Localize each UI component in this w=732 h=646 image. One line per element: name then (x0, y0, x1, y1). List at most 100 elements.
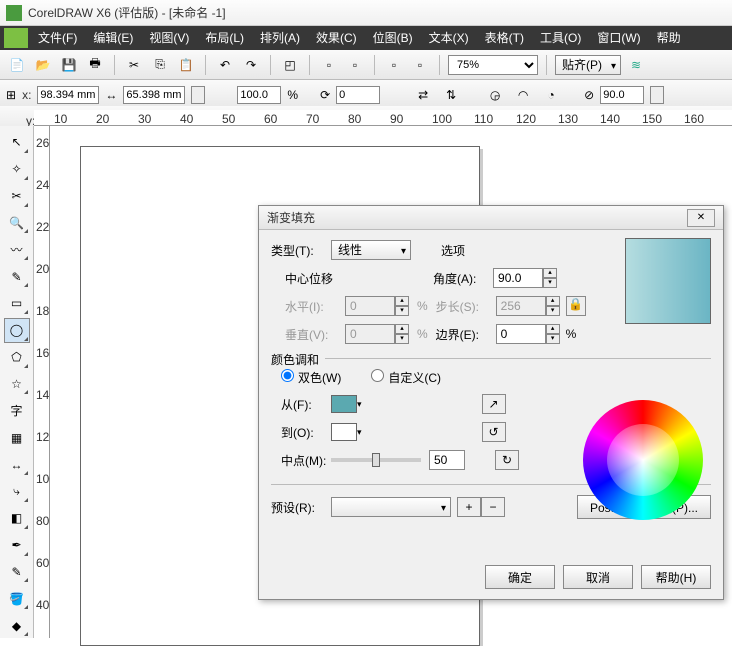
rot-input[interactable] (336, 86, 380, 104)
steps-spin: ▴▾ (546, 296, 560, 316)
horiz-label: 水平(I): (285, 298, 345, 315)
menu-bitmap[interactable]: 位图(B) (365, 26, 421, 50)
connector-tool[interactable]: ⤷ (4, 479, 30, 504)
menu-tools[interactable]: 工具(O) (532, 26, 589, 50)
wedge-icon[interactable]: ◔ (540, 84, 562, 106)
path-direct-icon[interactable]: ↗ (482, 394, 506, 414)
dialog-title: 渐变填充 (267, 209, 687, 226)
cancel-button[interactable]: 取消 (563, 565, 633, 589)
menu-text[interactable]: 文本(X) (421, 26, 477, 50)
import-icon[interactable]: ◰ (279, 54, 301, 76)
x-input[interactable] (37, 86, 99, 104)
to-label: 到(O): (281, 424, 331, 441)
tb-icon-2[interactable]: ▫ (344, 54, 366, 76)
angle-input[interactable] (493, 268, 543, 288)
shapes-tool[interactable]: ☆ (4, 372, 30, 397)
fountain-fill-dialog: 渐变填充 ✕ 类型(T): 线性 选项 中心位移 角度(A): ▴▾ 水平(I)… (258, 205, 724, 600)
center-label: 中心位移 (285, 270, 333, 287)
path-ccw-icon[interactable]: ↺ (482, 422, 506, 442)
menu-help[interactable]: 帮助 (649, 26, 689, 50)
horiz-input (345, 296, 395, 316)
snap-combo[interactable]: 贴齐(P) (555, 55, 621, 75)
text-tool[interactable]: 字 (4, 398, 30, 423)
vert-input (345, 324, 395, 344)
menu-layout[interactable]: 布局(L) (197, 26, 252, 50)
menu-effects[interactable]: 效果(C) (308, 26, 365, 50)
ok-button[interactable]: 确定 (485, 565, 555, 589)
print-icon[interactable]: 🖶 (84, 54, 106, 76)
path-cw-icon[interactable]: ↻ (495, 450, 519, 470)
tb-icon-3[interactable]: ▫ (383, 54, 405, 76)
menu-table[interactable]: 表格(T) (477, 26, 532, 50)
shape-tool[interactable]: ✧ (4, 157, 30, 182)
open-icon[interactable]: 📂 (32, 54, 54, 76)
app-logo-icon (6, 5, 22, 21)
type-combo[interactable]: 线性 (331, 240, 411, 260)
effects-tool[interactable]: ◧ (4, 506, 30, 531)
paste-icon[interactable]: 📋 (175, 54, 197, 76)
menu-file[interactable]: 文件(F) (30, 26, 85, 50)
menu-edit[interactable]: 编辑(E) (85, 26, 141, 50)
table-tool[interactable]: ▦ (4, 425, 30, 450)
fill-tool[interactable]: 🪣 (4, 586, 30, 611)
tb-icon-5[interactable]: ≋ (625, 54, 647, 76)
horiz-spin: ▴▾ (395, 296, 409, 316)
twocolor-radio[interactable]: 双色(W) (281, 369, 341, 386)
edge-spin[interactable]: ▴▾ (546, 324, 560, 344)
tb-icon-4[interactable]: ▫ (409, 54, 431, 76)
pie-icon[interactable]: ◶ (484, 84, 506, 106)
close-icon[interactable]: ✕ (687, 209, 715, 227)
titlebar: CorelDRAW X6 (评估版) - [未命名 -1] (0, 0, 732, 26)
w-spin[interactable] (191, 86, 205, 104)
save-icon[interactable]: 💾 (58, 54, 80, 76)
ang1-icon: ⊘ (584, 88, 594, 102)
zoom-combo[interactable]: 75% (448, 55, 538, 75)
mirror-v-icon[interactable]: ⇅ (440, 84, 462, 106)
arc-icon[interactable]: ◠ (512, 84, 534, 106)
smart-tool[interactable]: ✎ (4, 264, 30, 289)
pick-tool[interactable]: ↖ (4, 130, 30, 155)
w-input[interactable] (123, 86, 185, 104)
color-wheel[interactable] (583, 400, 703, 520)
from-label: 从(F): (281, 396, 331, 413)
edge-input[interactable] (496, 324, 546, 344)
dimension-tool[interactable]: ↔ (4, 452, 30, 477)
preset-label: 预设(R): (271, 499, 331, 516)
outline-tool[interactable]: ✎ (4, 560, 30, 585)
undo-icon[interactable]: ↶ (214, 54, 236, 76)
mirror-h-icon[interactable]: ⇄ (412, 84, 434, 106)
ang1-input[interactable] (600, 86, 644, 104)
crop-tool[interactable]: ✂ (4, 184, 30, 209)
menu-window[interactable]: 窗口(W) (589, 26, 648, 50)
mid-slider[interactable] (331, 458, 421, 462)
menu-arrange[interactable]: 排列(A) (252, 26, 308, 50)
interactive-fill-tool[interactable]: ◆ (4, 613, 30, 638)
steps-input (496, 296, 546, 316)
help-button[interactable]: 帮助(H) (641, 565, 711, 589)
polygon-tool[interactable]: ⬠ (4, 345, 30, 370)
lock-icon[interactable]: 🔒 (566, 296, 586, 316)
new-icon[interactable]: 📄 (6, 54, 28, 76)
to-swatch[interactable] (331, 423, 357, 441)
freehand-tool[interactable]: 〰 (4, 237, 30, 262)
preset-del-icon[interactable]: − (481, 497, 505, 517)
pos-icon: ⊞ (6, 88, 16, 102)
angle-spin[interactable]: ▴▾ (543, 268, 557, 288)
from-swatch[interactable] (331, 395, 357, 413)
sx-input[interactable] (237, 86, 281, 104)
eyedropper-tool[interactable]: ✒ (4, 533, 30, 558)
a1-spin[interactable] (650, 86, 664, 104)
cut-icon[interactable]: ✂ (123, 54, 145, 76)
ellipse-tool[interactable]: ◯ (4, 318, 30, 343)
tb-icon-1[interactable]: ▫ (318, 54, 340, 76)
redo-icon[interactable]: ↷ (240, 54, 262, 76)
copy-icon[interactable]: ⎘ (149, 54, 171, 76)
menu-view[interactable]: 视图(V) (141, 26, 197, 50)
mid-input[interactable] (429, 450, 465, 470)
custom-radio[interactable]: 自定义(C) (371, 369, 441, 386)
dialog-titlebar[interactable]: 渐变填充 ✕ (259, 206, 723, 230)
preset-add-icon[interactable]: + (457, 497, 481, 517)
rect-tool[interactable]: ▭ (4, 291, 30, 316)
zoom-tool[interactable]: 🔍 (4, 211, 30, 236)
preset-combo[interactable] (331, 497, 451, 517)
